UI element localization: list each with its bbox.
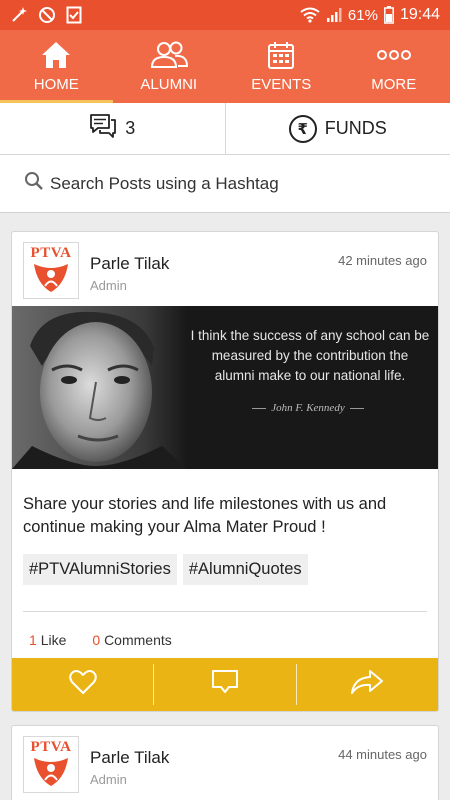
funds-label: FUNDS	[324, 118, 387, 138]
messages-button[interactable]: 3	[0, 103, 225, 154]
post-card: PTVA Parle Tilak Admin 44 minutes ago	[11, 725, 439, 800]
post-timestamp: 42 minutes ago	[338, 253, 427, 268]
comments-count-link[interactable]: 0 Comments	[92, 632, 171, 648]
battery-icon	[384, 6, 394, 24]
battery-percent: 61%	[347, 6, 378, 24]
likes-label: Like	[40, 632, 67, 648]
quote-text: I think the success of any school can be…	[190, 328, 430, 383]
post-action-bar	[12, 658, 438, 711]
calendar-icon	[267, 40, 295, 70]
post-stats: 1 Like 0 Comments	[12, 612, 438, 648]
chat-bubbles-icon	[89, 113, 117, 144]
tab-home[interactable]: HOME	[0, 30, 113, 103]
counter-bar: 3 ₹ FUNDS	[0, 103, 450, 155]
post-image[interactable]: I think the success of any school can be…	[12, 306, 438, 469]
signal-icon	[326, 7, 342, 23]
search-icon	[24, 171, 44, 196]
post-header: PTVA Parle Tilak Admin 42 minutes ago	[12, 232, 438, 306]
post-body: Share your stories and life milestones w…	[23, 495, 387, 536]
hashtag-chip[interactable]: #AlumniQuotes	[182, 554, 308, 585]
messages-count: 3	[125, 118, 136, 138]
post-timestamp: 44 minutes ago	[338, 747, 427, 762]
rupee-icon: ₹	[288, 114, 317, 143]
post-author-role: Admin	[90, 278, 127, 293]
tab-alumni-label: ALUMNI	[140, 76, 198, 93]
post-author-role: Admin	[90, 772, 127, 787]
home-icon	[40, 40, 72, 70]
heart-icon	[68, 669, 97, 700]
post-tags: #PTVAlumniStories #AlumniQuotes	[12, 539, 438, 585]
wifi-icon	[300, 7, 320, 23]
hashtag-search-input[interactable]: Search Posts using a Hashtag	[0, 155, 450, 213]
like-button[interactable]	[12, 658, 153, 711]
post-author[interactable]: Parle Tilak	[90, 748, 169, 768]
portrait-photo	[12, 306, 187, 469]
post-card: PTVA Parle Tilak Admin 42 minutes ago I …	[11, 231, 439, 712]
search-placeholder: Search Posts using a Hashtag	[50, 173, 279, 193]
status-bar: 61% 19:44	[0, 0, 450, 30]
main-tab-bar: HOME ALUMNI EVENTS MORE	[0, 30, 450, 103]
funds-button[interactable]: ₹ FUNDS	[224, 103, 450, 154]
post-header: PTVA Parle Tilak Admin 44 minutes ago	[12, 726, 438, 800]
comments-count: 0	[92, 632, 101, 648]
tab-alumni[interactable]: ALUMNI	[113, 30, 226, 103]
ptva-logo: PTVA	[23, 736, 79, 793]
checklist-icon	[66, 6, 82, 24]
likes-count: 1	[29, 632, 37, 648]
tab-more-label: MORE	[371, 76, 417, 93]
tab-more[interactable]: MORE	[338, 30, 450, 103]
post-author[interactable]: Parle Tilak	[90, 254, 169, 274]
comment-icon	[211, 669, 239, 700]
comment-button[interactable]	[153, 664, 295, 705]
likes-count-link[interactable]: 1 Like	[29, 632, 66, 648]
ptva-logo: PTVA	[23, 242, 79, 299]
comments-label: Comments	[104, 632, 172, 648]
quote-attribution: John F. Kennedy	[244, 402, 372, 414]
tab-home-label: HOME	[33, 76, 79, 93]
more-dots-icon	[376, 40, 412, 70]
tab-events-label: EVENTS	[251, 76, 312, 93]
people-icon	[148, 40, 190, 70]
no-disturb-icon	[38, 6, 56, 24]
share-button[interactable]	[295, 664, 438, 705]
share-arrow-icon	[350, 669, 384, 700]
hashtag-chip[interactable]: #PTVAlumniStories	[23, 554, 177, 585]
clock-time: 19:44	[399, 6, 440, 23]
magic-wand-icon	[10, 6, 28, 24]
tab-events[interactable]: EVENTS	[225, 30, 338, 103]
